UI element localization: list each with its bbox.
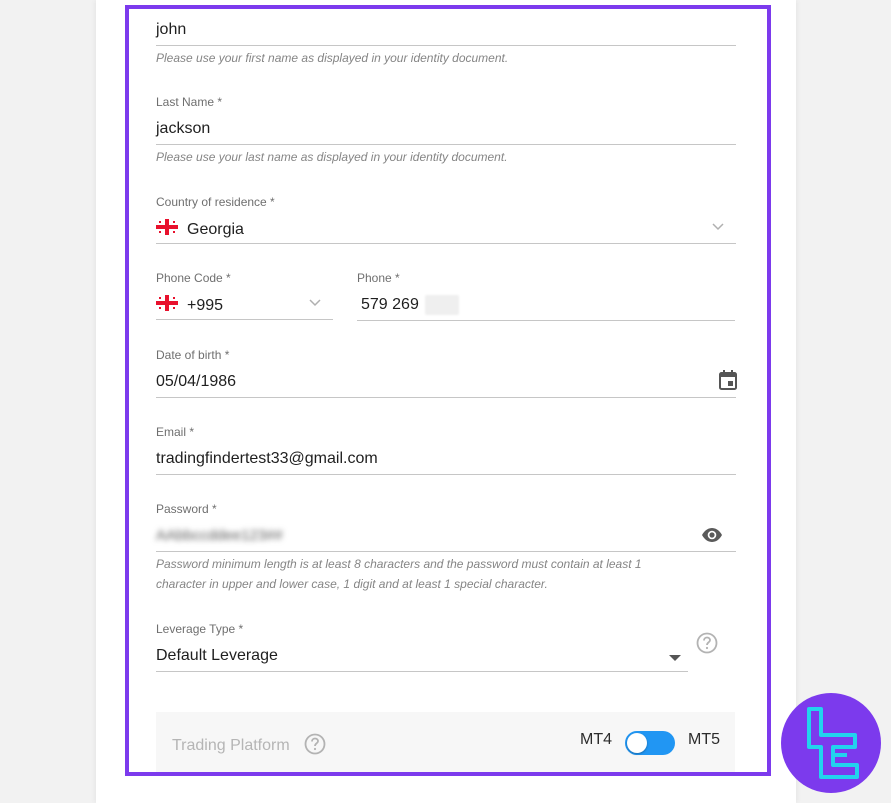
password-hint-line2: character in upper and lower case, 1 dig… bbox=[156, 577, 548, 591]
mt5-option-label[interactable]: MT5 bbox=[688, 731, 720, 749]
dob-label: Date of birth * bbox=[156, 348, 230, 362]
last-name-input[interactable]: jackson bbox=[156, 120, 210, 138]
phone-redacted-digits bbox=[425, 295, 459, 315]
phone-underline bbox=[357, 320, 735, 321]
country-label: Country of residence * bbox=[156, 195, 275, 209]
trading-platform-panel: Trading Platform MT4 MT5 bbox=[156, 712, 735, 772]
toggle-knob bbox=[627, 733, 647, 753]
last-name-label: Last Name * bbox=[156, 95, 223, 109]
dob-input[interactable]: 05/04/1986 bbox=[156, 373, 236, 391]
password-input[interactable]: AAbbccddee123## bbox=[156, 527, 283, 544]
registration-form: john Please use your first name as displ… bbox=[125, 5, 771, 776]
last-name-hint: Please use your last name as displayed i… bbox=[156, 150, 508, 164]
georgia-flag-icon bbox=[156, 295, 178, 311]
brand-logo-icon bbox=[807, 707, 859, 779]
leverage-value: Default Leverage bbox=[156, 647, 278, 664]
leverage-label: Leverage Type * bbox=[156, 622, 244, 636]
phone-label: Phone * bbox=[357, 271, 400, 285]
calendar-icon[interactable] bbox=[718, 369, 738, 391]
phone-code-label: Phone Code * bbox=[156, 271, 231, 285]
first-name-hint: Please use your first name as displayed … bbox=[156, 51, 509, 65]
georgia-flag-icon bbox=[156, 219, 178, 235]
country-underline bbox=[156, 243, 736, 244]
country-value: Georgia bbox=[187, 221, 244, 238]
email-input[interactable]: tradingfindertest33@gmail.com bbox=[156, 450, 378, 468]
phone-code-value: +995 bbox=[187, 297, 224, 314]
platform-toggle[interactable] bbox=[625, 731, 675, 755]
password-hint-line1: Password minimum length is at least 8 ch… bbox=[156, 557, 642, 571]
first-name-input[interactable]: john bbox=[156, 21, 186, 39]
chevron-down-icon bbox=[309, 299, 321, 307]
brand-logo bbox=[781, 693, 881, 793]
help-icon[interactable] bbox=[696, 632, 718, 654]
dob-underline bbox=[156, 397, 736, 398]
chevron-down-icon bbox=[712, 223, 724, 231]
password-label: Password * bbox=[156, 502, 217, 516]
help-icon[interactable] bbox=[304, 733, 326, 755]
password-underline bbox=[156, 551, 736, 552]
leverage-underline bbox=[156, 671, 688, 672]
email-label: Email * bbox=[156, 425, 195, 439]
last-name-underline bbox=[156, 144, 736, 145]
first-name-underline bbox=[156, 45, 736, 46]
phone-code-underline bbox=[156, 319, 333, 320]
dropdown-arrow-icon bbox=[669, 655, 681, 661]
email-underline bbox=[156, 474, 736, 475]
trading-platform-label: Trading Platform bbox=[172, 737, 290, 754]
mt4-option-label[interactable]: MT4 bbox=[580, 731, 612, 749]
eye-icon[interactable] bbox=[701, 527, 723, 543]
phone-input[interactable]: 579 269 bbox=[361, 296, 419, 314]
